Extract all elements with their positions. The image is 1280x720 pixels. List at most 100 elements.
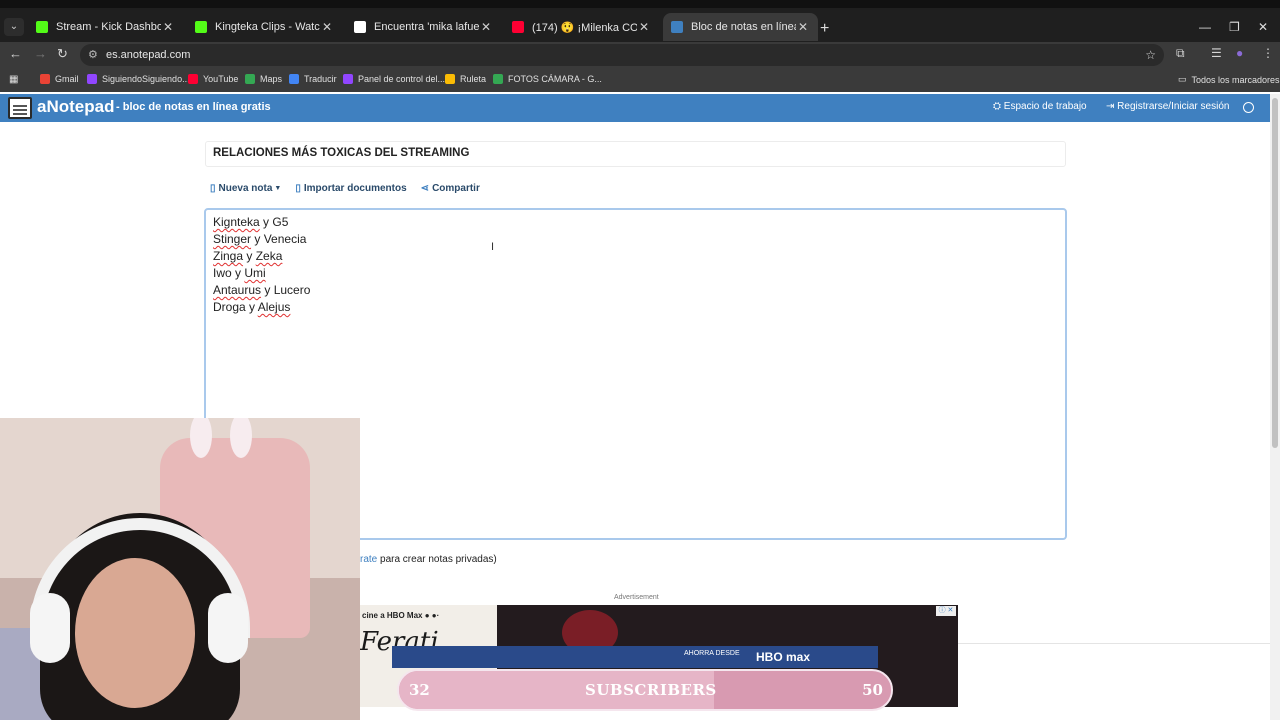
- browser-tab[interactable]: Encuentra 'mika lafuente' en Ti✕: [346, 13, 501, 41]
- restore-icon[interactable]: ❐: [1229, 20, 1240, 34]
- note-name-a: Antaurus: [213, 283, 262, 297]
- hbo-max-logo: HBO max: [756, 650, 811, 664]
- note-separator: y: [261, 283, 274, 297]
- forward-icon[interactable]: →: [34, 46, 47, 61]
- tab-title: (174) 😲 ¡Milenka CONOCERÁ: [532, 21, 637, 34]
- bookmarks-bar: ▦ Gmail SiguiendoSiguiendo... YouTube Maps T…: [0, 69, 1280, 92]
- language-globe-icon[interactable]: [1243, 102, 1254, 113]
- bookmark-item[interactable]: Ruleta: [445, 74, 486, 84]
- bookmark-favicon-icon: [445, 74, 455, 84]
- note-name-a: Stinger: [213, 232, 252, 246]
- note-name-b: Umi: [244, 266, 266, 280]
- close-tab-icon[interactable]: ✕: [479, 20, 493, 34]
- webcam-overlay: [0, 418, 360, 720]
- browser-menu-icon[interactable]: ⋮: [1262, 46, 1274, 60]
- all-bookmarks-label: Todos los marcadores: [1191, 74, 1280, 85]
- bookmark-star-icon[interactable]: ☆: [1145, 44, 1156, 66]
- share-button[interactable]: ⋖ Compartir: [421, 183, 480, 194]
- note-separator: y: [231, 266, 245, 280]
- footer-text: para crear notas privadas): [377, 554, 497, 565]
- bookmark-item[interactable]: Maps: [245, 74, 282, 84]
- bookmark-item[interactable]: SiguiendoSiguiendo...: [87, 74, 190, 84]
- bookmark-favicon-icon: [245, 74, 255, 84]
- anotepad-icon: [671, 21, 683, 33]
- bookmark-item[interactable]: Gmail: [40, 74, 79, 84]
- browser-tab[interactable]: (174) 😲 ¡Milenka CONOCERÁ✕: [504, 13, 659, 41]
- close-tab-icon[interactable]: ✕: [796, 20, 810, 34]
- bookmark-favicon-icon: [289, 74, 299, 84]
- notepad-logo-icon[interactable]: [8, 97, 32, 119]
- browser-tab[interactable]: Kingteka Clips - Watch Live on✕: [187, 13, 342, 41]
- bookmark-favicon-icon: [87, 74, 97, 84]
- register-link[interactable]: rate: [360, 554, 377, 565]
- tiktok-icon: [354, 21, 366, 33]
- extensions-icon[interactable]: ⧉: [1176, 46, 1185, 61]
- scrollbar-thumb[interactable]: [1272, 98, 1278, 448]
- note-name-b: G5: [272, 215, 289, 229]
- note-line: Iwo y Umi: [213, 265, 1058, 282]
- reload-icon[interactable]: ↻: [57, 46, 68, 62]
- url-text: es.anotepad.com: [106, 49, 191, 61]
- browser-tab[interactable]: Stream - Kick Dashboard✕: [28, 13, 183, 41]
- headset-cup-right: [208, 593, 248, 663]
- profile-avatar[interactable]: ●: [1236, 46, 1243, 60]
- close-tab-icon[interactable]: ✕: [320, 20, 334, 34]
- note-name-a: Kignteka: [213, 215, 260, 229]
- bookmark-label: SiguiendoSiguiendo...: [102, 74, 190, 84]
- browser-toolbar: ← → ↻ ⚙ es.anotepad.com ☆ ⧉ ☰ ● ⋮: [0, 42, 1280, 69]
- media-control-icon[interactable]: ☰: [1211, 46, 1222, 60]
- close-window-icon[interactable]: ✕: [1258, 20, 1268, 34]
- tab-search-button[interactable]: ⌄: [4, 18, 24, 36]
- youtube-icon: [512, 21, 524, 33]
- login-link[interactable]: ⇥ Registrarse/Iniciar sesión: [1106, 101, 1229, 112]
- note-line: Droga y Alejus: [213, 299, 1058, 316]
- bookmark-label: Panel de control del...: [358, 74, 446, 84]
- hbo-ad-strip[interactable]: AHORRA DESDE HBO max: [392, 646, 878, 668]
- close-tab-icon[interactable]: ✕: [637, 20, 651, 34]
- login-icon: ⇥: [1106, 101, 1118, 112]
- bookmark-label: FOTOS CÁMARA - G...: [508, 74, 602, 84]
- share-label: Compartir: [432, 182, 480, 194]
- site-brand[interactable]: aNotepad: [37, 97, 114, 117]
- new-note-dropdown[interactable]: ▯ Nueva nota ▼: [210, 183, 281, 194]
- bookmark-label: Traducir: [304, 74, 337, 84]
- note-name-b: Alejus: [257, 300, 291, 314]
- back-icon[interactable]: ←: [9, 46, 22, 61]
- note-separator: y: [243, 249, 256, 263]
- new-note-label: Nueva nota: [218, 182, 273, 194]
- new-tab-button[interactable]: +: [820, 21, 829, 37]
- subscriber-goal: 50: [862, 681, 883, 699]
- note-line: Kignteka y G5: [213, 214, 1058, 231]
- address-bar[interactable]: ⚙ es.anotepad.com ☆: [80, 44, 1164, 66]
- adchoices-icon[interactable]: ⓘ ✕: [936, 606, 956, 616]
- note-line: Antaurus y Lucero: [213, 282, 1058, 299]
- bookmark-favicon-icon: [493, 74, 503, 84]
- bookmark-item[interactable]: FOTOS CÁMARA - G...: [493, 74, 602, 84]
- note-name-a: Zinga: [213, 249, 244, 263]
- bookmark-item[interactable]: Panel de control del...: [343, 74, 445, 84]
- browser-tab[interactable]: Bloc de notas en línea - Toma y✕: [663, 13, 818, 41]
- bookmark-item[interactable]: Traducir: [289, 74, 337, 84]
- headset-cup-left: [30, 593, 70, 663]
- subscriber-label: SUBSCRIBERS: [585, 681, 717, 699]
- share-icon: ⋖: [420, 182, 430, 194]
- subscriber-goal-bar: 32 SUBSCRIBERS 50: [397, 669, 893, 711]
- document-icon: ▯: [295, 182, 301, 194]
- workspace-link[interactable]: ⛭ Espacio de trabajo: [993, 101, 1087, 112]
- bookmark-item[interactable]: YouTube: [188, 74, 238, 84]
- import-documents-button[interactable]: ▯ Importar documentos: [295, 183, 406, 194]
- close-tab-icon[interactable]: ✕: [161, 20, 175, 34]
- ad-title: cine a HBO Max ● ●·: [362, 611, 440, 620]
- site-info-icon[interactable]: ⚙: [88, 44, 98, 66]
- apps-grid-icon[interactable]: ▦: [9, 74, 18, 85]
- page-scrollbar[interactable]: [1270, 94, 1280, 720]
- note-line: Stinger y Venecia: [213, 231, 1058, 248]
- note-name-b: Venecia: [263, 232, 307, 246]
- note-separator: y: [245, 300, 258, 314]
- note-title-input[interactable]: RELACIONES MÁS TOXICAS DEL STREAMING: [205, 141, 1066, 167]
- ad-strip-text: AHORRA DESDE: [684, 650, 740, 657]
- minimize-icon[interactable]: —: [1199, 20, 1211, 34]
- all-bookmarks-folder[interactable]: ▭ Todos los marcadores: [1178, 74, 1280, 85]
- bookmark-favicon-icon: [40, 74, 50, 84]
- note-separator: y: [251, 232, 264, 246]
